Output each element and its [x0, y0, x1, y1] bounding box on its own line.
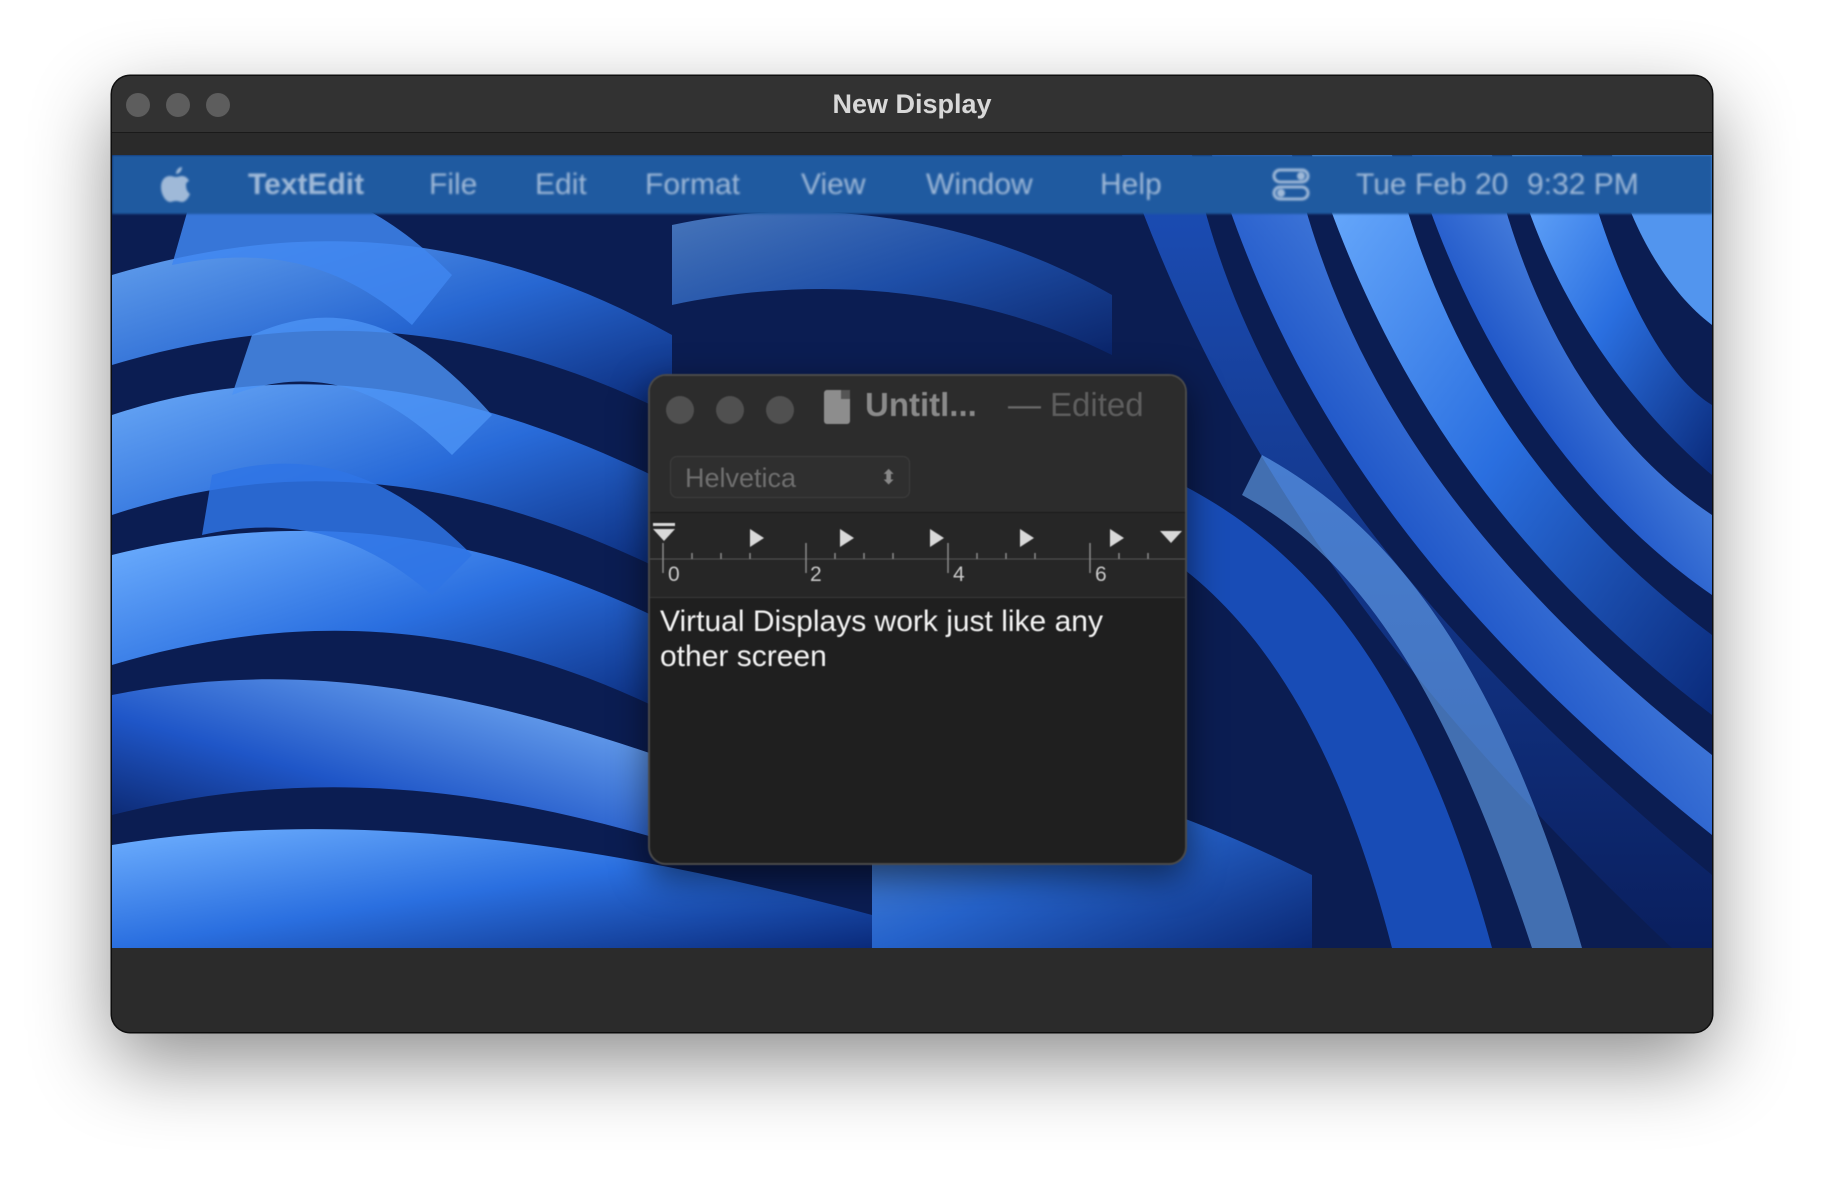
chevron-updown-icon: ⬍ [880, 467, 897, 489]
menu-edit[interactable]: Edit [535, 155, 587, 214]
title-separator: — [1008, 386, 1041, 423]
virtual-display-screen[interactable]: TextEdit File Edit Format View Window He… [112, 155, 1712, 948]
menu-format[interactable]: Format [645, 155, 740, 214]
apple-menu[interactable] [160, 155, 192, 214]
control-center-icon[interactable] [1272, 155, 1310, 214]
ruler-label: 4 [953, 563, 965, 586]
menu-date[interactable]: Tue Feb 20 [1356, 155, 1508, 214]
textedit-titlebar[interactable]: Untitl... — Edited [650, 376, 1185, 444]
textedit-minimize-button[interactable] [716, 396, 744, 424]
textedit-zoom-button[interactable] [766, 396, 794, 424]
menu-view[interactable]: View [801, 155, 865, 214]
menu-window[interactable]: Window [926, 155, 1033, 214]
new-display-window: New Display TextEdit File Edit Format Vi… [112, 76, 1712, 1032]
display-bottom-border [112, 1007, 1712, 1032]
document-icon [824, 390, 850, 424]
textedit-window[interactable]: Untitl... — Edited Helvetica ⬍ 0 2 4 6 V… [648, 374, 1187, 865]
apple-logo-icon [161, 167, 190, 202]
document-title[interactable]: Untitl... [865, 386, 977, 424]
menu-app-textedit[interactable]: TextEdit [248, 155, 364, 214]
ruler-label: 0 [668, 563, 680, 586]
ruler-label: 6 [1095, 563, 1107, 586]
ruler[interactable]: 0 2 4 6 [650, 513, 1185, 598]
ruler-label: 2 [810, 563, 822, 586]
window-titlebar[interactable]: New Display [112, 76, 1712, 133]
edited-status[interactable]: Edited [1050, 386, 1144, 424]
display-top-border [112, 133, 1712, 155]
font-family-value: Helvetica [685, 463, 797, 493]
menu-time[interactable]: 9:32 PM [1527, 155, 1639, 214]
format-toolbar: Helvetica ⬍ [650, 444, 1185, 513]
font-family-select[interactable]: Helvetica ⬍ [670, 456, 910, 498]
menu-bar: TextEdit File Edit Format View Window He… [112, 155, 1712, 214]
window-title: New Display [832, 89, 992, 119]
textedit-close-button[interactable] [666, 396, 694, 424]
menu-help[interactable]: Help [1100, 155, 1162, 214]
document-text-area[interactable]: Virtual Displays work just like any othe… [660, 604, 1175, 674]
menu-file[interactable]: File [429, 155, 477, 214]
